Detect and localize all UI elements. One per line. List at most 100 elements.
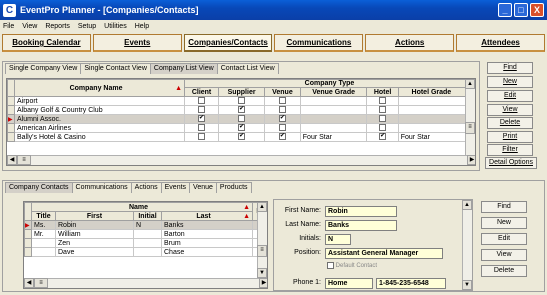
- hotel-checkbox[interactable]: ✔: [379, 133, 387, 141]
- company-grid-vscroll[interactable]: ▲ ≡: [465, 79, 475, 155]
- scroll-thumb[interactable]: ≡: [17, 155, 31, 165]
- table-row[interactable]: American Airlines ✔: [7, 123, 475, 133]
- row-indicator[interactable]: [24, 247, 32, 257]
- company-grid-hscroll[interactable]: ◀ ≡ ▶: [7, 155, 475, 165]
- contact-grid-hscroll[interactable]: ◀ ≡ ▶: [24, 278, 267, 288]
- table-row[interactable]: Dave Chase: [24, 247, 267, 257]
- contact-grid-vscroll[interactable]: ▲ ≡ ▼: [257, 202, 267, 278]
- scroll-up-icon[interactable]: ▲: [462, 200, 472, 210]
- col-title[interactable]: Title: [31, 211, 56, 221]
- tab-actions[interactable]: Actions: [130, 182, 162, 193]
- client-checkbox[interactable]: [198, 124, 206, 132]
- last-name-field[interactable]: Banks: [325, 220, 397, 231]
- table-row[interactable]: Bally's Hotel & Casino ✔ ✔ Four Star ✔ Four S…: [7, 132, 475, 142]
- contact-details-vscroll[interactable]: ▲ ▼: [462, 200, 472, 290]
- row-indicator[interactable]: [7, 123, 15, 133]
- tab-products[interactable]: Products: [215, 182, 252, 193]
- supplier-checkbox[interactable]: [238, 115, 246, 123]
- supplier-checkbox[interactable]: [238, 97, 246, 105]
- col-hotel-grade[interactable]: Hotel Grade: [397, 87, 475, 97]
- col-client[interactable]: Client: [183, 87, 220, 97]
- contact-view-button[interactable]: View: [481, 249, 527, 261]
- maximize-button[interactable]: □: [514, 3, 528, 17]
- module-communications[interactable]: Communications: [274, 34, 364, 52]
- client-checkbox[interactable]: ✔: [198, 115, 206, 123]
- hotel-checkbox[interactable]: [379, 115, 387, 123]
- client-checkbox[interactable]: [198, 133, 206, 141]
- col-company-name[interactable]: Company Name ▲: [14, 79, 185, 97]
- scroll-thumb[interactable]: ≡: [465, 122, 475, 134]
- venue-checkbox[interactable]: [278, 97, 286, 105]
- menu-setup[interactable]: Setup: [78, 23, 96, 30]
- hotel-checkbox[interactable]: [379, 106, 387, 114]
- venue-checkbox[interactable]: ✔: [278, 133, 286, 141]
- view-button[interactable]: View: [487, 104, 533, 116]
- tab-company-contacts[interactable]: Company Contacts: [5, 182, 73, 193]
- menu-utilities[interactable]: Utilities: [104, 23, 127, 30]
- close-button[interactable]: X: [530, 3, 544, 17]
- detail-options-button[interactable]: Detail Options: [485, 157, 537, 169]
- row-indicator[interactable]: [7, 96, 15, 106]
- edit-button[interactable]: Edit: [487, 90, 533, 102]
- contact-edit-button[interactable]: Edit: [481, 233, 527, 245]
- row-indicator[interactable]: [7, 132, 15, 142]
- default-contact-checkbox[interactable]: Default Contact: [327, 262, 377, 269]
- menu-reports[interactable]: Reports: [45, 23, 70, 30]
- row-indicator[interactable]: ▶: [7, 114, 15, 124]
- row-indicator[interactable]: [24, 229, 32, 239]
- checkbox-icon[interactable]: [327, 262, 334, 269]
- new-button[interactable]: New: [487, 76, 533, 88]
- print-button[interactable]: Print: [487, 131, 533, 143]
- tab-single-company-view[interactable]: Single Company View: [5, 63, 82, 74]
- sort-arrow-icon[interactable]: ▲: [243, 204, 250, 211]
- tab-contact-list-view[interactable]: Contact List View: [216, 63, 279, 74]
- module-actions[interactable]: Actions: [365, 34, 455, 52]
- module-events[interactable]: Events: [92, 34, 182, 52]
- minimize-button[interactable]: _: [498, 3, 512, 17]
- table-row[interactable]: ▶ Alumni Assoc. ✔ ✔: [7, 114, 475, 124]
- sort-arrow-icon[interactable]: ▲: [175, 85, 182, 92]
- supplier-checkbox[interactable]: ✔: [238, 133, 246, 141]
- delete-button[interactable]: Delete: [487, 117, 533, 129]
- venue-checkbox[interactable]: [278, 124, 286, 132]
- hotel-checkbox[interactable]: [379, 124, 387, 132]
- menu-view[interactable]: View: [22, 23, 37, 30]
- hotel-checkbox[interactable]: [379, 97, 387, 105]
- contact-find-button[interactable]: Find: [481, 201, 527, 213]
- col-initial[interactable]: Initial: [133, 211, 162, 221]
- scroll-thumb[interactable]: ≡: [34, 278, 48, 288]
- module-attendees[interactable]: Attendees: [456, 34, 545, 52]
- scroll-right-icon[interactable]: ▶: [467, 155, 475, 165]
- scroll-down-icon[interactable]: ▼: [462, 280, 472, 290]
- contact-new-button[interactable]: New: [481, 217, 527, 229]
- scroll-up-icon[interactable]: ▲: [465, 79, 475, 89]
- tab-venue[interactable]: Venue: [189, 182, 217, 193]
- scroll-thumb[interactable]: ≡: [257, 245, 267, 257]
- table-row[interactable]: Albany Golf & Country Club ✔: [7, 105, 475, 115]
- table-row[interactable]: ▶ Ms. Robin N Banks: [24, 220, 267, 230]
- table-row[interactable]: Zen Brum: [24, 238, 267, 248]
- sort-arrow-icon[interactable]: ▲: [243, 213, 250, 220]
- scroll-down-icon[interactable]: ▼: [257, 268, 267, 278]
- tab-communications[interactable]: Communications: [71, 182, 132, 193]
- tab-events[interactable]: Events: [160, 182, 191, 193]
- menu-file[interactable]: File: [3, 23, 14, 30]
- tab-company-list-view[interactable]: Company List View: [149, 63, 218, 74]
- contact-delete-button[interactable]: Delete: [481, 265, 527, 277]
- col-last[interactable]: Last ▲: [161, 211, 253, 221]
- tab-single-contact-view[interactable]: Single Contact View: [80, 63, 151, 74]
- venue-checkbox[interactable]: ✔: [278, 115, 286, 123]
- client-checkbox[interactable]: [198, 106, 206, 114]
- scroll-right-icon[interactable]: ▶: [259, 278, 267, 288]
- table-row[interactable]: Airport: [7, 96, 475, 106]
- supplier-checkbox[interactable]: ✔: [238, 124, 246, 132]
- module-booking-calendar[interactable]: Booking Calendar: [2, 34, 91, 52]
- menu-help[interactable]: Help: [135, 23, 149, 30]
- row-indicator[interactable]: [7, 105, 15, 115]
- supplier-checkbox[interactable]: ✔: [238, 106, 246, 114]
- client-checkbox[interactable]: [198, 97, 206, 105]
- scroll-left-icon[interactable]: ◀: [7, 155, 17, 165]
- phone-type-field[interactable]: Home: [325, 278, 373, 289]
- initials-field[interactable]: N: [325, 234, 351, 245]
- phone-number-field[interactable]: 1-845-235-6548: [376, 278, 446, 289]
